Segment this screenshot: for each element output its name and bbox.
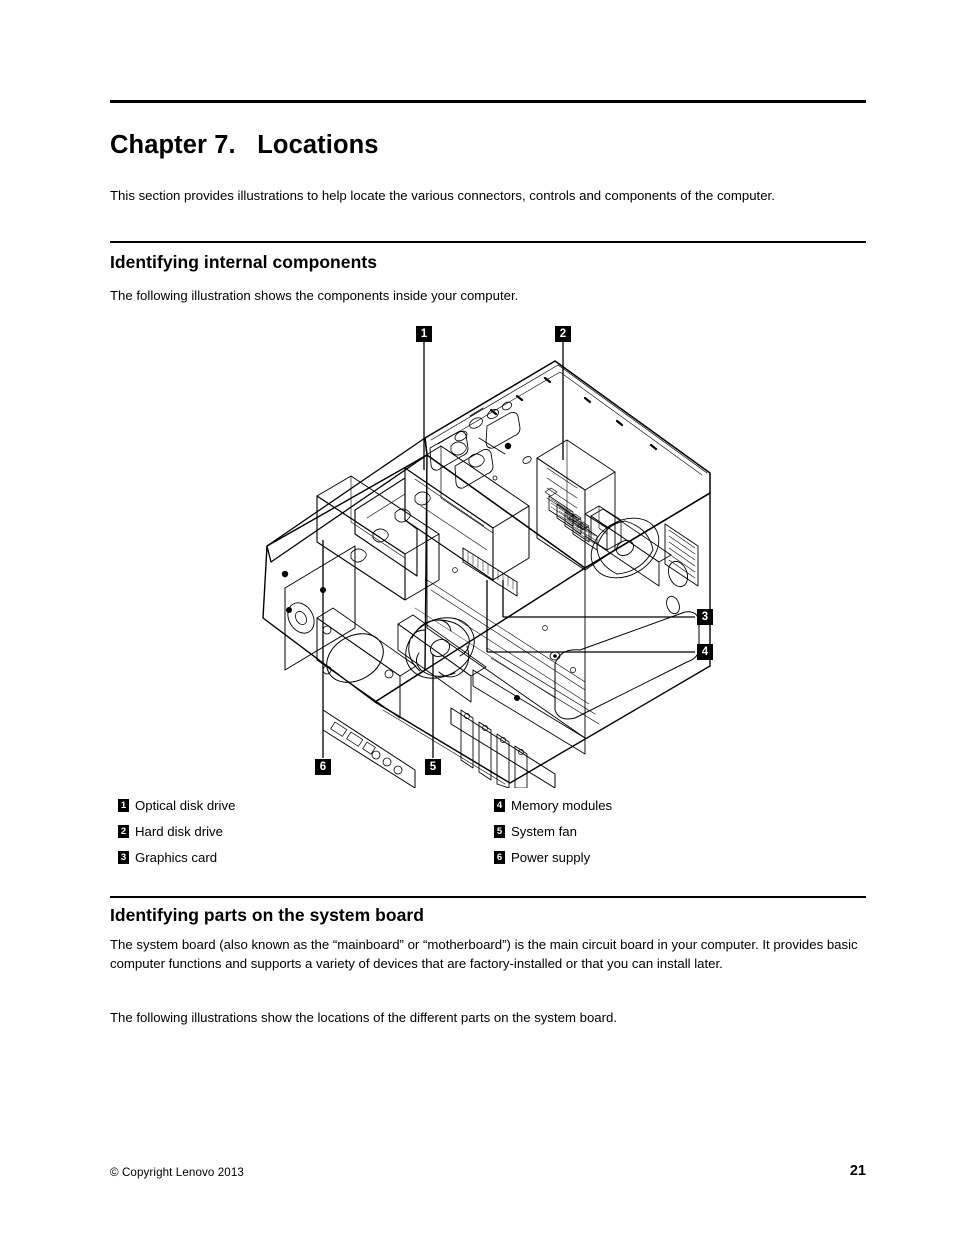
section-paragraph-system-board-2: The following illustrations show the loc… [110,1010,618,1025]
section-rule-2 [110,896,866,898]
legend-item: 4 Memory modules [494,797,854,823]
legend-column-right: 4 Memory modules 5 System fan 6 Power su… [494,797,854,875]
section-heading-internal-components: Identifying internal components [110,252,377,272]
figure-callout-3: 3 [697,609,713,625]
legend-item: 6 Power supply [494,849,854,875]
figure-legend: 1 Optical disk drive 2 Hard disk drive 3… [118,797,878,877]
legend-label-power-supply: Power supply [511,850,591,865]
legend-item: 3 Graphics card [118,849,478,875]
legend-label-hard-disk-drive: Hard disk drive [135,824,223,839]
legend-badge-5: 5 [494,825,505,838]
document-page: Chapter 7. Locations This section provid… [0,0,954,1235]
legend-badge-1: 1 [118,799,129,812]
legend-label-system-fan: System fan [511,824,577,839]
page-title: Chapter 7. Locations [110,131,379,159]
footer-page-number: 21 [849,1163,866,1179]
figure-callout-4: 4 [697,644,713,660]
chassis-outline-group [262,360,711,788]
section-paragraph-system-board-1: The system board (also known as the “mai… [110,937,858,972]
legend-label-memory-modules: Memory modules [511,798,613,813]
figure-callout-2: 2 [555,326,571,342]
chassis-illustration-svg [262,342,711,788]
page-top-rule [110,100,866,103]
footer-copyright: © Copyright Lenovo 2013 [110,1166,244,1179]
legend-column-left: 1 Optical disk drive 2 Hard disk drive 3… [118,797,478,875]
legend-badge-4: 4 [494,799,505,812]
legend-badge-2: 2 [118,825,129,838]
chapter-intro-paragraph: This section provides illustrations to h… [110,188,775,203]
legend-item: 1 Optical disk drive [118,797,478,823]
legend-item: 5 System fan [494,823,854,849]
figure-internal-components: 1 2 3 4 5 6 [255,318,725,788]
section-heading-system-board: Identifying parts on the system board [110,905,424,925]
legend-label-graphics-card: Graphics card [135,850,218,865]
figure-callout-6: 6 [315,759,331,775]
figure-callout-5: 5 [425,759,441,775]
legend-label-optical-disk-drive: Optical disk drive [135,798,236,813]
section-rule-1 [110,241,866,243]
legend-badge-3: 3 [118,851,129,864]
section-intro-internal-components: The following illustration shows the com… [110,288,519,303]
legend-badge-6: 6 [494,851,505,864]
figure-callout-1: 1 [416,326,432,342]
legend-item: 2 Hard disk drive [118,823,478,849]
